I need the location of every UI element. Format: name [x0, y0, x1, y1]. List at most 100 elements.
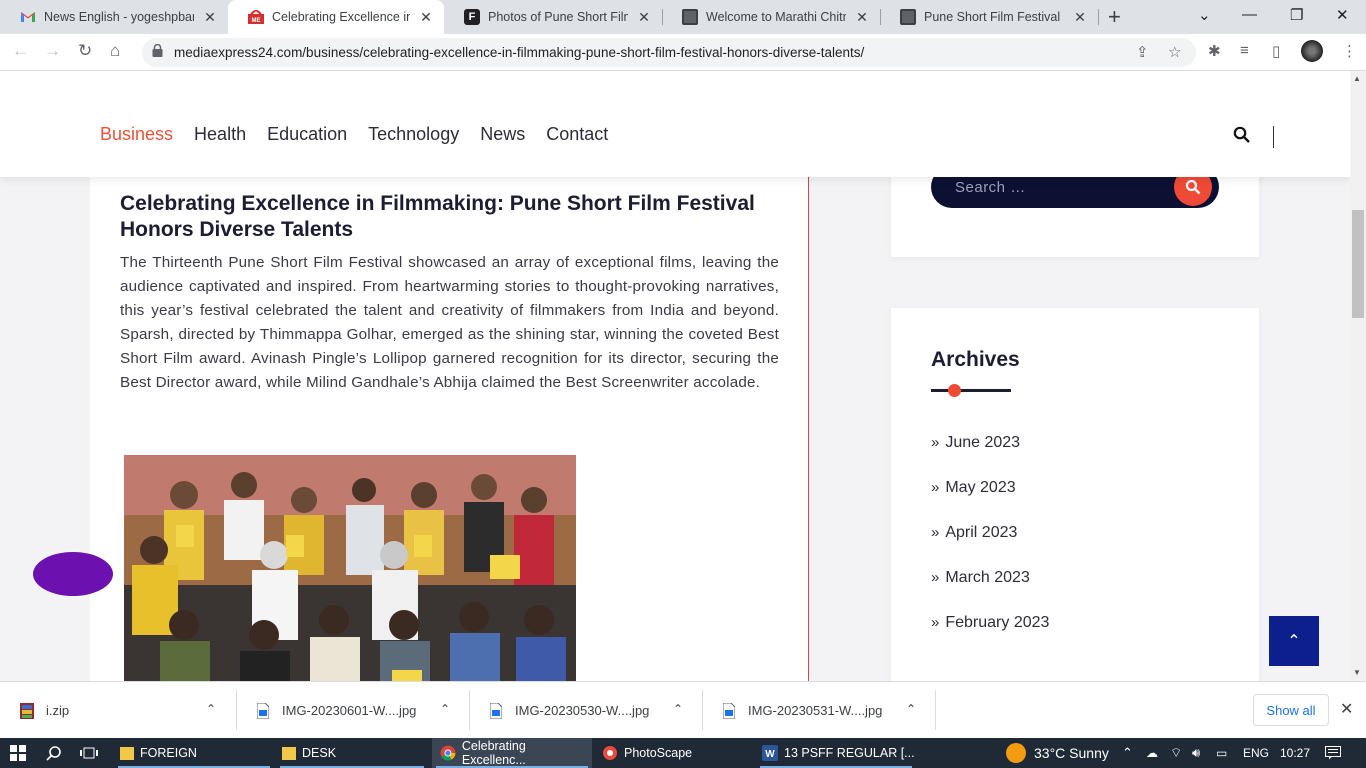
- download-item[interactable]: IMG-20230531-W....jpg: [722, 682, 882, 739]
- gmail-icon: [20, 9, 36, 25]
- language-indicator[interactable]: ENG: [1243, 738, 1269, 768]
- search-input[interactable]: [955, 176, 1155, 198]
- double-chevron-icon: »: [931, 479, 940, 496]
- chrome-icon: [440, 745, 456, 761]
- article-photo[interactable]: [124, 455, 576, 681]
- extensions-icon[interactable]: ✱: [1208, 42, 1221, 60]
- scroll-thumb[interactable]: [1352, 210, 1364, 318]
- photoscape-icon: [603, 746, 617, 760]
- show-all-button[interactable]: Show all: [1253, 694, 1329, 726]
- volume-icon[interactable]: 🔊︎: [1192, 738, 1200, 768]
- svg-text:W: W: [765, 749, 775, 760]
- lock-icon: [152, 44, 163, 57]
- windows-start-icon[interactable]: [10, 738, 26, 768]
- archive-item[interactable]: » April 2023: [931, 524, 1049, 569]
- chevron-up-icon[interactable]: ⌃: [206, 702, 216, 716]
- page-scrollbar[interactable]: ▲ ▼: [1350, 71, 1366, 681]
- wifi-icon[interactable]: ⌔: [1170, 738, 1182, 768]
- folder-icon: [282, 746, 296, 760]
- decorative-blob: [33, 552, 113, 596]
- home-icon[interactable]: ⌂: [110, 41, 120, 61]
- chevron-up-icon[interactable]: ⌃: [440, 702, 450, 716]
- article-body: The Thirteenth Pune Short Film Festival …: [120, 254, 779, 391]
- scroll-down-icon[interactable]: ▼: [1353, 668, 1361, 677]
- clock[interactable]: 10:27: [1280, 738, 1310, 768]
- minimize-button[interactable]: —: [1242, 6, 1257, 23]
- new-tab-button[interactable]: +: [1108, 4, 1121, 30]
- weather-widget[interactable]: 33°C Sunny: [1006, 738, 1109, 768]
- taskbar-item-chrome[interactable]: Celebrating Excellenc...: [432, 738, 592, 768]
- download-item[interactable]: IMG-20230601-W....jpg: [256, 682, 416, 739]
- search-icon: [1185, 179, 1201, 195]
- back-icon[interactable]: ←: [12, 41, 29, 61]
- download-filename: IMG-20230530-W....jpg: [515, 703, 650, 718]
- chevron-up-icon[interactable]: ⌃: [673, 702, 683, 716]
- close-icon[interactable]: ✕: [1340, 699, 1353, 719]
- battery-icon[interactable]: ▭: [1216, 738, 1227, 768]
- archives-title: Archives: [931, 348, 1020, 371]
- archive-item[interactable]: » May 2023: [931, 479, 1049, 524]
- reload-icon[interactable]: ↻: [78, 41, 92, 61]
- menu-item-business[interactable]: Business: [100, 124, 173, 145]
- side-panel-icon[interactable]: ▯: [1272, 42, 1280, 60]
- tab-photos[interactable]: F Photos of Pune Short Film Fe ✕: [444, 0, 662, 34]
- tab-marathi[interactable]: Welcome to Marathi Chitrapa ✕: [662, 0, 880, 34]
- sun-icon: [1006, 743, 1026, 763]
- window-close-button[interactable]: ✕: [1336, 6, 1349, 24]
- onedrive-icon[interactable]: ☁: [1146, 738, 1158, 768]
- tab-search-icon[interactable]: ⌄: [1198, 6, 1211, 24]
- search-icon[interactable]: [1233, 126, 1251, 144]
- bookmark-star-icon[interactable]: ☆: [1168, 43, 1181, 61]
- site-icon: ME: [248, 9, 264, 25]
- tab-title: Photos of Pune Short Film Fe: [488, 10, 628, 24]
- taskbar-item-desk[interactable]: DESK: [276, 738, 428, 768]
- scroll-to-top-button[interactable]: ⌃: [1269, 616, 1319, 666]
- chevron-up-icon[interactable]: ⌃: [906, 702, 916, 716]
- media-control-icon[interactable]: ≡: [1240, 42, 1249, 59]
- tray-overflow-icon[interactable]: ⌃: [1122, 738, 1133, 768]
- archive-item[interactable]: » February 2023: [931, 614, 1049, 659]
- download-item[interactable]: IMG-20230530-W....jpg: [489, 682, 649, 739]
- taskbar-item-word[interactable]: W 13 PSFF REGULAR [...: [756, 738, 916, 768]
- close-icon[interactable]: ✕: [418, 9, 434, 26]
- scroll-up-icon[interactable]: ▲: [1353, 74, 1361, 83]
- taskbar-item-photoscape[interactable]: PhotoScape: [596, 738, 746, 768]
- close-icon[interactable]: ✕: [854, 9, 870, 26]
- close-icon[interactable]: ✕: [636, 9, 652, 26]
- close-icon[interactable]: ✕: [202, 9, 218, 26]
- browser-toolbar: ← → ↻ ⌂ mediaexpress24.com/business/cele…: [0, 34, 1366, 71]
- tab-title: News English - yogeshpbarad: [44, 10, 194, 24]
- archive-item[interactable]: » June 2023: [931, 434, 1049, 479]
- tab-title: Celebrating Excellence in Film: [272, 10, 410, 24]
- main-menu: Business Health Education Technology New…: [100, 124, 608, 145]
- menu-item-technology[interactable]: Technology: [368, 124, 459, 145]
- archive-item[interactable]: » March 2023: [931, 569, 1049, 614]
- task-view-icon[interactable]: [80, 738, 98, 768]
- taskbar-item-foreign[interactable]: FOREIGN: [114, 738, 274, 768]
- menu-item-contact[interactable]: Contact: [546, 124, 608, 145]
- tab-psff[interactable]: Pune Short Film Festival 2024 ✕: [880, 0, 1098, 34]
- tab-gmail[interactable]: News English - yogeshpbarad ✕: [0, 0, 228, 34]
- address-bar[interactable]: mediaexpress24.com/business/celebrating-…: [142, 38, 1196, 67]
- forward-icon[interactable]: →: [44, 41, 61, 61]
- menu-icon[interactable]: ⋮: [1342, 42, 1357, 60]
- menu-item-education[interactable]: Education: [267, 124, 347, 145]
- tab-title: Pune Short Film Festival 2024: [924, 10, 1064, 24]
- film-icon: [682, 9, 698, 25]
- close-icon[interactable]: ✕: [1072, 9, 1088, 26]
- search-icon[interactable]: [46, 738, 62, 768]
- menu-item-news[interactable]: News: [480, 124, 525, 145]
- restore-button[interactable]: ❐: [1290, 6, 1303, 24]
- tab-article[interactable]: ME Celebrating Excellence in Film ✕: [228, 0, 444, 34]
- tab-title: Welcome to Marathi Chitrapa: [706, 10, 846, 24]
- download-item[interactable]: i.zip: [20, 682, 69, 739]
- profile-avatar[interactable]: [1301, 40, 1323, 62]
- taskbar: FOREIGN DESK Celebrating Excellenc... Ph…: [0, 738, 1366, 768]
- image-file-icon: [256, 702, 270, 719]
- notifications-icon[interactable]: [1325, 738, 1341, 768]
- share-icon[interactable]: ⇪: [1136, 43, 1149, 61]
- chevron-up-icon: ⌃: [1287, 633, 1301, 650]
- image-file-icon: [489, 702, 503, 719]
- title-underline: [931, 389, 1011, 392]
- menu-item-health[interactable]: Health: [194, 124, 246, 145]
